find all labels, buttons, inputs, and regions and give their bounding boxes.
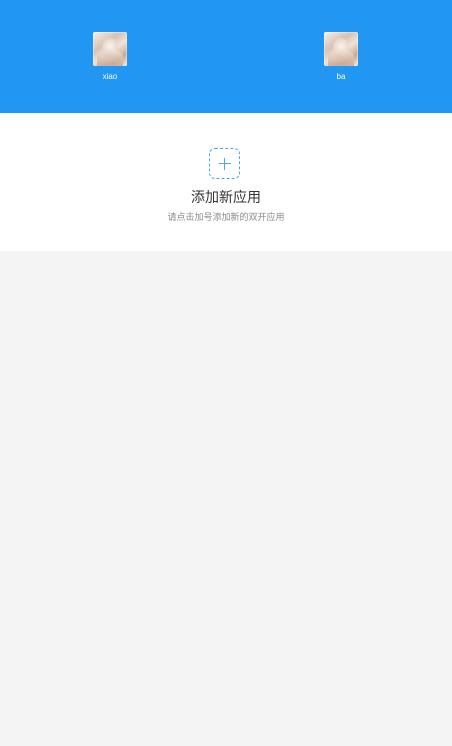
account-name: xiao: [102, 72, 118, 81]
account-item-ba[interactable]: ba: [311, 32, 371, 82]
add-app-panel: 添加新应用 请点击加号添加新的双开应用: [0, 113, 452, 251]
account-name: ba: [336, 72, 346, 81]
add-app-title: 添加新应用: [191, 190, 261, 206]
content-area: [0, 251, 452, 746]
app-header: xiao ba: [0, 0, 452, 113]
avatar[interactable]: [324, 32, 358, 66]
add-app-button[interactable]: [209, 148, 240, 179]
account-item-xiao[interactable]: xiao: [80, 32, 140, 82]
add-app-subtitle: 请点击加号添加新的双开应用: [167, 213, 285, 223]
plus-icon: [218, 157, 231, 170]
avatar[interactable]: [93, 32, 127, 66]
